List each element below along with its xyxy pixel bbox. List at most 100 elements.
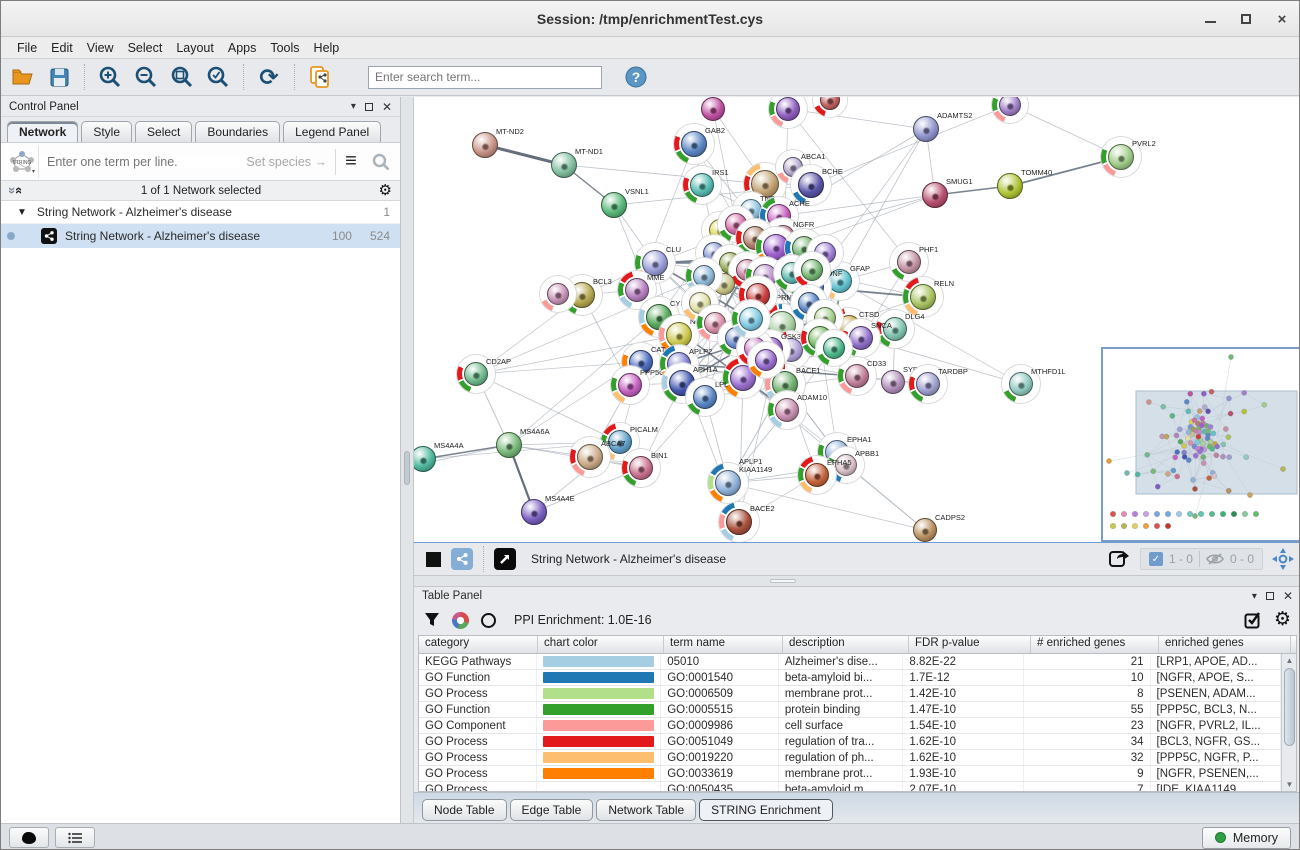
refresh-network-button[interactable]: ⟳ (253, 62, 285, 92)
tab-select[interactable]: Select (135, 121, 192, 142)
select-all-checkbox-icon[interactable] (1244, 611, 1262, 629)
chart-color-swatch (543, 704, 655, 715)
chart-color-swatch (543, 736, 655, 747)
scroll-up-arrow[interactable]: ▲ (1282, 654, 1297, 667)
menu-view[interactable]: View (81, 39, 120, 57)
open-session-button[interactable] (7, 62, 39, 92)
column-header-description[interactable]: description (783, 636, 909, 653)
tab-legend-panel[interactable]: Legend Panel (283, 121, 381, 142)
table-row[interactable]: GO ComponentGO:0009986cell surface1.54E-… (419, 718, 1281, 734)
network-collection-row[interactable]: ▼ String Network - Alzheimer's disease 1 (1, 201, 400, 224)
detach-view-button[interactable] (494, 548, 516, 570)
node-label: TARDBP (938, 368, 968, 376)
scrollbar-thumb[interactable] (1284, 668, 1295, 746)
filter-funnel-icon[interactable] (424, 612, 440, 628)
column-header-chart-color[interactable]: chart color (538, 636, 664, 653)
column-header--enriched-genes[interactable]: # enriched genes (1031, 636, 1159, 653)
table-row[interactable]: GO ProcessGO:0050435beta-amyloid m...2.0… (419, 782, 1281, 791)
menu-tools[interactable]: Tools (264, 39, 305, 57)
horizontal-splitter[interactable] (414, 576, 1300, 586)
table-row[interactable]: GO FunctionGO:0001540beta-amyloid bi...1… (419, 670, 1281, 686)
tab-style[interactable]: Style (81, 121, 132, 142)
search-input[interactable] (368, 66, 602, 89)
save-session-button[interactable] (43, 62, 75, 92)
table-panel-close-icon[interactable]: ✕ (1283, 589, 1293, 603)
menu-help[interactable]: Help (308, 39, 346, 57)
table-row[interactable]: GO ProcessGO:0033619membrane prot...1.93… (419, 766, 1281, 782)
share-icon (456, 553, 468, 565)
vertical-splitter[interactable] (401, 97, 414, 823)
tab-network[interactable]: Network (7, 121, 78, 142)
hidden-eye-icon[interactable] (1206, 552, 1224, 566)
close-button[interactable]: × (1275, 12, 1289, 26)
string-search-button[interactable] (366, 147, 396, 177)
tab-edge-table[interactable]: Edge Table (510, 799, 594, 821)
tab-network-table[interactable]: Network Table (596, 799, 696, 821)
control-panel-header: Control Panel ▾ ✕ (1, 97, 400, 117)
column-header-category[interactable]: category (419, 636, 538, 653)
node-ball (690, 173, 714, 197)
show-grid-button[interactable] (420, 547, 446, 571)
network-canvas[interactable]: MT-ND2MT-ND1VSNL1GAB2IRS1CHATABCA1BCHETN… (414, 97, 1300, 543)
task-history-button[interactable] (55, 827, 95, 848)
string-options-button[interactable]: ≡ (336, 147, 366, 177)
tab-node-table[interactable]: Node Table (422, 799, 507, 821)
tree-expand-icon[interactable]: ▼ (17, 207, 27, 218)
chart-color-swatch (543, 672, 655, 683)
table-panel-float-icon[interactable] (1266, 592, 1274, 600)
table-row[interactable]: GO FunctionGO:0005515protein binding1.47… (419, 702, 1281, 718)
gear-icon[interactable]: ⚙ (379, 184, 392, 198)
menu-apps[interactable]: Apps (222, 39, 263, 57)
navigate-compass-icon[interactable] (1271, 547, 1295, 571)
network-row-selected[interactable]: String Network - Alzheimer's disease 100… (1, 224, 400, 248)
title-bar[interactable]: Session: /tmp/enrichmentTest.cys × (1, 1, 1299, 37)
table-row[interactable]: KEGG Pathways05010Alzheimer's dise...8.8… (419, 654, 1281, 670)
table-row[interactable]: GO ProcessGO:0051049regulation of tra...… (419, 734, 1281, 750)
table-scrollbar[interactable]: ▲ ▼ (1281, 654, 1296, 791)
maximize-button[interactable] (1239, 12, 1253, 26)
zoom-fit-button[interactable] (166, 62, 198, 92)
export-icon (1108, 548, 1130, 570)
automation-panel-button[interactable] (9, 827, 49, 848)
minimize-button[interactable] (1203, 12, 1217, 26)
zoom-selected-icon (206, 65, 230, 89)
table-row[interactable]: GO ProcessGO:0006509membrane prot...1.42… (419, 686, 1281, 702)
help-button[interactable]: ? (620, 62, 652, 92)
column-header-term-name[interactable]: term name (664, 636, 783, 653)
table-panel-menu-caret-icon[interactable]: ▾ (1252, 591, 1257, 602)
copy-network-button[interactable] (304, 62, 336, 92)
splitter-handle[interactable] (404, 451, 410, 485)
menu-edit[interactable]: Edit (45, 39, 79, 57)
menu-select[interactable]: Select (122, 39, 169, 57)
column-header-fdr-p-value[interactable]: FDR p-value (909, 636, 1031, 653)
set-species-hint[interactable]: Set species → (246, 155, 335, 169)
enrichment-settings-gear-icon[interactable]: ⚙ (1274, 613, 1291, 627)
zoom-selected-button[interactable] (202, 62, 234, 92)
task-list-icon (68, 832, 82, 844)
string-term-input[interactable] (39, 155, 246, 169)
panel-float-icon[interactable] (365, 103, 373, 111)
string-protein-query-button[interactable]: STRING (5, 146, 39, 178)
node-label: BCHE (822, 168, 843, 176)
menu-file[interactable]: File (11, 39, 43, 57)
menu-layout[interactable]: Layout (170, 39, 220, 57)
table-row[interactable]: GO ProcessGO:0019220regulation of ph...1… (419, 750, 1281, 766)
string-view-button[interactable] (451, 548, 473, 570)
panel-menu-caret-icon[interactable]: ▾ (351, 101, 356, 112)
ring-chart-icon[interactable] (481, 613, 496, 628)
selected-checkbox-icon[interactable]: ✓ (1149, 552, 1163, 566)
memory-button[interactable]: Memory (1202, 827, 1291, 849)
birds-eye-navigator[interactable] (1101, 347, 1300, 542)
export-view-button[interactable] (1106, 547, 1132, 571)
tab-string-enrichment[interactable]: STRING Enrichment (699, 799, 832, 821)
zoom-out-button[interactable] (130, 62, 162, 92)
column-header-enriched-genes[interactable]: enriched genes (1159, 636, 1291, 653)
enrichment-chart-icon[interactable] (452, 612, 469, 629)
zoom-in-button[interactable] (94, 62, 126, 92)
tab-boundaries[interactable]: Boundaries (195, 121, 280, 142)
splitter-pill[interactable] (770, 579, 796, 583)
panel-close-icon[interactable]: ✕ (382, 100, 392, 114)
expand-all-icon[interactable]: « (12, 187, 27, 194)
node-label: MTHFD1L (1031, 368, 1066, 376)
scroll-down-arrow[interactable]: ▼ (1282, 778, 1297, 791)
